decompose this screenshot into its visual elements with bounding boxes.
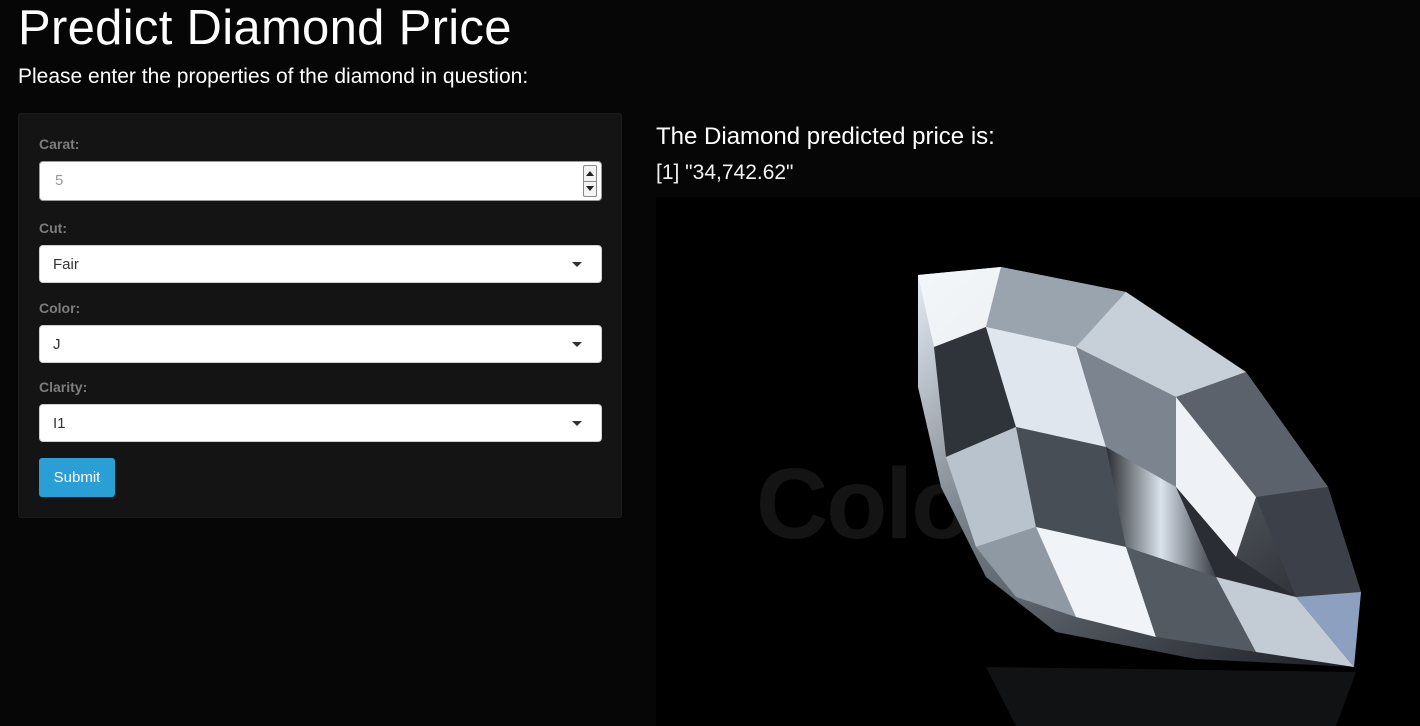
color-selected-value: J [53, 336, 61, 353]
caret-down-icon [572, 421, 582, 426]
input-panel: Carat: 5 Cut: Fair Color: J Clarity: I1 [18, 113, 622, 518]
result-heading: The Diamond predicted price is: [656, 123, 995, 150]
page-title: Predict Diamond Price [18, 1, 512, 55]
clarity-select[interactable]: I1 [39, 404, 602, 442]
arrow-down-icon [586, 186, 594, 191]
diamond-illustration [918, 267, 1361, 726]
color-select[interactable]: J [39, 325, 602, 363]
diamond-reflection [986, 667, 1356, 726]
increment-button[interactable] [584, 166, 596, 182]
caret-down-icon [572, 342, 582, 347]
app-page: Predict Diamond Price Please enter the p… [0, 0, 1420, 726]
cut-selected-value: Fair [53, 256, 79, 273]
caret-down-icon [572, 262, 582, 267]
page-subtitle: Please enter the properties of the diamo… [18, 65, 529, 88]
decrement-button[interactable] [584, 181, 596, 196]
carat-value: 5 [55, 172, 64, 189]
predicted-price-output: [1] "34,742.62" [656, 161, 794, 184]
color-label: Color: [39, 300, 81, 316]
arrow-up-icon [586, 171, 594, 176]
cut-select[interactable]: Fair [39, 245, 602, 283]
clarity-label: Clarity: [39, 379, 88, 395]
carat-label: Carat: [39, 136, 80, 152]
clarity-selected-value: I1 [53, 415, 66, 432]
diamond-image: Colourbox [656, 197, 1420, 726]
carat-spinner [583, 165, 597, 197]
submit-button[interactable]: Submit [39, 458, 115, 497]
carat-input[interactable]: 5 [39, 161, 602, 201]
cut-label: Cut: [39, 220, 67, 236]
